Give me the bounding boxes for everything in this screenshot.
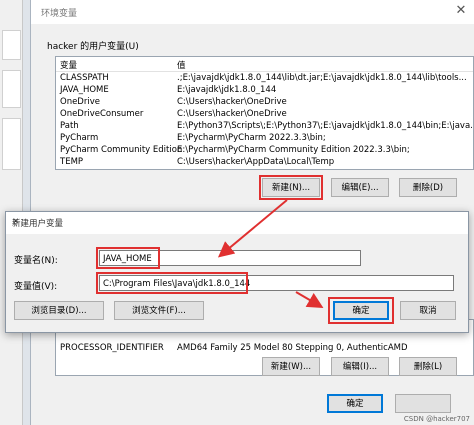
annotation-arrows [217, 199, 324, 309]
arrow-to-name-field [217, 199, 288, 258]
arrow-to-ok-button [295, 291, 324, 309]
